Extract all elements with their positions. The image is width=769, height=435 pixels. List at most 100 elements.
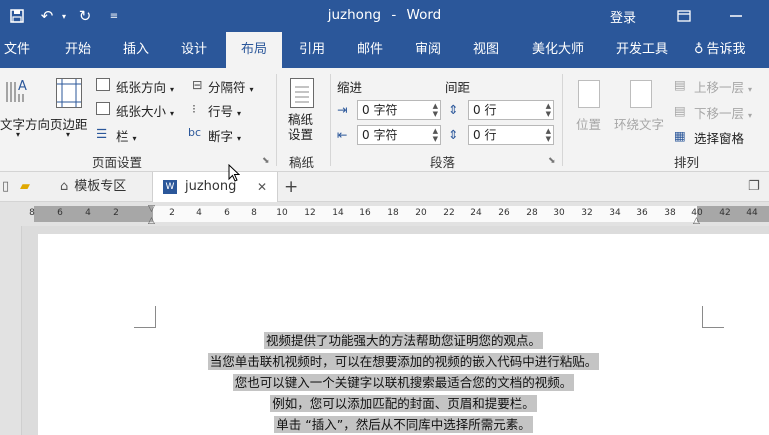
ruler-tick-label: 2 — [113, 208, 119, 218]
folder-icon[interactable]: ▰ — [20, 172, 40, 202]
tab-home[interactable]: 开始 — [56, 32, 100, 68]
breaks-icon: ⊟ — [192, 77, 203, 92]
text-direction-icon: A — [4, 76, 34, 106]
tab-file[interactable]: 文件 — [0, 32, 34, 68]
document-line[interactable]: 当您单击联机视频时，可以在想要添加的视频的嵌入代码中进行粘贴。 — [38, 351, 769, 370]
spacing-before-input[interactable]: 0 行 ▲ ▼ — [468, 100, 554, 120]
ruler-tick-label: 30 — [553, 208, 565, 218]
text-direction-dropdown-icon: ▾ — [16, 130, 21, 139]
add-tab-button[interactable]: + — [284, 172, 304, 202]
indent-left-input[interactable]: 0 字符 ▲ ▼ — [357, 100, 441, 120]
home-icon: ⌂ — [60, 179, 69, 194]
spin-down-icon[interactable]: ▼ — [546, 110, 551, 118]
tab-insert[interactable]: 插入 — [114, 32, 158, 68]
lightbulb-icon: ♁ — [694, 42, 704, 57]
document-title: juzhong - Word — [327, 7, 442, 23]
ruler-tick-label: 8 — [29, 208, 35, 218]
ruler-tick-label: 22 — [443, 208, 455, 218]
tab-design[interactable]: 设计 — [172, 32, 216, 68]
bring-forward-icon: ▤ — [674, 77, 686, 92]
document-line[interactable]: 您也可以键入一个关键字以联机搜索最适合您的文档的视频。 — [38, 372, 769, 391]
tab-developer[interactable]: 开发工具 — [604, 32, 680, 68]
spacing-after-icon: ⇕ — [448, 127, 459, 142]
breaks-button[interactable]: 分隔符 ▾ — [208, 77, 254, 96]
size-icon — [96, 102, 110, 115]
orientation-icon — [96, 78, 110, 91]
new-file-icon[interactable]: ▯ — [2, 172, 16, 202]
right-indent-marker[interactable]: △ — [693, 216, 700, 226]
ruler-tick-label: 42 — [719, 208, 731, 218]
bring-forward-button[interactable]: 上移一层 ▾ — [694, 77, 752, 96]
ruler-tick-label: 4 — [196, 208, 202, 218]
selection-pane-icon: ▦ — [674, 128, 686, 143]
indent-left-icon: ⇥ — [337, 102, 348, 117]
manuscript-icon — [290, 78, 314, 108]
ruler-tick-label: 34 — [609, 208, 621, 218]
spacing-header: 间距 — [445, 80, 471, 95]
columns-icon: ☰ — [96, 126, 108, 141]
document-line[interactable]: 单击 “插入”，然后从不同库中选择所需元素。 — [38, 414, 769, 433]
spin-up-icon[interactable]: ▲ — [433, 102, 438, 110]
wrap-text-icon — [630, 80, 652, 108]
line-numbers-icon: ⁝ — [192, 101, 196, 116]
page-setup-group-label: 页面设置 — [92, 155, 143, 170]
first-line-indent-marker[interactable]: ▽ — [148, 204, 155, 214]
document-line[interactable]: 视频提供了功能强大的方法帮助您证明您的观点。 — [38, 330, 769, 349]
spin-up-icon[interactable]: ▲ — [546, 127, 551, 135]
ruler-tick-label: 2 — [169, 208, 175, 218]
manuscript-group-label: 稿纸 — [289, 155, 315, 170]
tab-review[interactable]: 审阅 — [406, 32, 450, 68]
minimize-icon[interactable] — [724, 6, 748, 26]
spin-down-icon[interactable]: ▼ — [433, 135, 438, 143]
document-page[interactable]: 视频提供了功能强大的方法帮助您证明您的观点。 当您单击联机视频时，可以在想要添加… — [38, 234, 769, 435]
spacing-after-input[interactable]: 0 行 ▲ ▼ — [468, 125, 554, 145]
group-separator — [562, 74, 563, 166]
ribbon-display-options-icon[interactable] — [672, 6, 696, 26]
columns-button[interactable]: 栏 ▾ — [116, 126, 137, 145]
send-backward-button[interactable]: 下移一层 ▾ — [694, 103, 752, 122]
indent-right-input[interactable]: 0 字符 ▲ ▼ — [357, 125, 441, 145]
ruler-tick-label: 32 — [581, 208, 593, 218]
page-setup-launcher-icon[interactable]: ⬊ — [262, 156, 270, 166]
restore-window-icon[interactable]: ❐ — [748, 172, 766, 202]
ruler-tick-label: 8 — [251, 208, 257, 218]
ruler-tick-label: 6 — [224, 208, 230, 218]
tab-tell-me[interactable]: ♁ 告诉我 — [694, 32, 766, 68]
vertical-ruler[interactable] — [0, 226, 22, 435]
tab-mailings[interactable]: 邮件 — [348, 32, 392, 68]
ribbon-body: A 文字方向 ▾ 页边距 ▾ 纸张方向 ▾ 纸张大小 ▾ ☰ 栏 ▾ ⊟ 分隔符… — [0, 68, 769, 172]
spin-down-icon[interactable]: ▼ — [433, 110, 438, 118]
tab-layout[interactable]: 布局 — [226, 32, 282, 68]
ruler-tick-label: 26 — [498, 208, 510, 218]
hyphenation-button[interactable]: 断字 ▾ — [208, 126, 241, 145]
tab-template-zone[interactable]: ⌂ 模板专区 — [50, 172, 150, 202]
hanging-indent-marker[interactable]: △ — [148, 216, 155, 226]
size-button[interactable]: 纸张大小 ▾ — [116, 101, 174, 120]
group-separator — [276, 74, 277, 166]
tab-document[interactable]: Wjuzhong ✕ — [152, 172, 278, 202]
spin-up-icon[interactable]: ▲ — [433, 127, 438, 135]
ruler-tick-label: 24 — [470, 208, 482, 218]
line-numbers-button[interactable]: 行号 ▾ — [208, 101, 241, 120]
indent-header: 缩进 — [337, 80, 363, 95]
document-line[interactable]: 例如，您可以添加匹配的封面、页眉和提要栏。 — [38, 393, 769, 412]
selection-pane-button[interactable]: 选择窗格 — [694, 128, 744, 147]
close-tab-icon[interactable]: ✕ — [257, 172, 267, 202]
ruler-tick-label: 4 — [85, 208, 91, 218]
indent-right-icon: ⇤ — [337, 127, 348, 142]
tab-view[interactable]: 视图 — [464, 32, 508, 68]
horizontal-ruler[interactable]: 8 6 4 2 2 4 6 8 10 12 14 16 18 20 22 24 26 28 30 32 34 36 38 40… — [0, 202, 769, 226]
tab-references[interactable]: 引用 — [290, 32, 334, 68]
spin-up-icon[interactable]: ▲ — [546, 102, 551, 110]
ruler-tick-label: 12 — [304, 208, 316, 218]
spin-down-icon[interactable]: ▼ — [546, 135, 551, 143]
login-button[interactable]: 登录 — [610, 7, 636, 26]
group-separator — [330, 74, 331, 166]
orientation-button[interactable]: 纸张方向 ▾ — [116, 77, 174, 96]
tab-beautify-master[interactable]: 美化大师 — [520, 32, 596, 68]
margin-corner-mark — [134, 306, 156, 328]
paragraph-launcher-icon[interactable]: ⬊ — [548, 156, 556, 166]
send-backward-icon: ▤ — [674, 103, 686, 118]
ruler-tick-label: 28 — [526, 208, 538, 218]
ruler-tick-label: 36 — [636, 208, 648, 218]
